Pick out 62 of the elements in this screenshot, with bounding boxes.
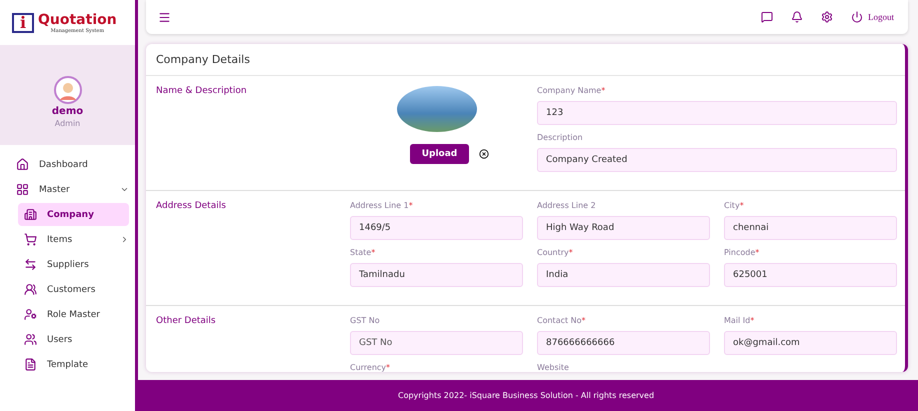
input-field[interactable]: 876666666666 xyxy=(537,331,710,355)
sidebar-item[interactable]: Customers xyxy=(18,278,129,301)
sidebar-item[interactable]: Template xyxy=(18,353,129,376)
sidebar-item[interactable]: Role Master xyxy=(18,303,129,326)
nav-icon xyxy=(24,358,37,371)
input-field[interactable]: High Way Road xyxy=(537,216,710,240)
sidebar-item[interactable]: Items xyxy=(18,228,129,251)
sidebar-item[interactable]: Master xyxy=(12,178,129,201)
chevron-down-icon xyxy=(120,185,129,194)
field-label: Contact No* xyxy=(537,316,587,325)
input-field[interactable]: 123 xyxy=(537,101,897,125)
card-title: Company Details xyxy=(146,44,905,76)
settings-icon[interactable] xyxy=(821,11,833,23)
upload-button[interactable]: Upload xyxy=(410,144,470,164)
input-field[interactable]: Company Created xyxy=(537,148,897,172)
profile-name: demo xyxy=(52,106,84,117)
logo-icon: i xyxy=(12,12,34,32)
input-field[interactable]: 625001 xyxy=(724,263,897,287)
field-label: GST No xyxy=(350,316,381,325)
nav-icon xyxy=(24,333,37,346)
input-field[interactable]: GST No xyxy=(350,331,523,355)
field-label: Mail Id* xyxy=(724,316,756,325)
sidebar-item[interactable]: Users xyxy=(18,328,129,351)
nav-icon xyxy=(16,183,29,196)
field-label: Website xyxy=(537,363,570,372)
profile-role: Admin xyxy=(54,119,80,128)
field-label: Pincode* xyxy=(724,248,760,257)
nav-icon xyxy=(24,233,37,246)
section-title: Other Details xyxy=(156,316,217,328)
nav-icon xyxy=(16,158,29,171)
input-field[interactable]: ok@gmail.com xyxy=(724,331,897,355)
input-field[interactable]: India xyxy=(537,263,710,287)
sidebar-item[interactable]: Suppliers xyxy=(18,253,129,276)
input-field[interactable]: Tamilnadu xyxy=(350,263,523,287)
field-label: Address Line 1* xyxy=(350,201,414,210)
input-field[interactable]: 1469/5 xyxy=(350,216,523,240)
field-label: Address Line 2 xyxy=(537,201,597,210)
nav-icon xyxy=(24,283,37,296)
close-icon[interactable] xyxy=(479,149,490,159)
brand-name: Quotation xyxy=(38,12,117,28)
nav-icon xyxy=(24,208,37,221)
field-label: City* xyxy=(724,201,745,210)
chat-icon[interactable] xyxy=(761,11,773,23)
section-title: Address Details xyxy=(156,201,227,213)
input-field[interactable]: chennai xyxy=(724,216,897,240)
nav-icon xyxy=(24,308,37,321)
menu-icon[interactable] xyxy=(158,10,171,24)
nav-icon xyxy=(24,258,37,271)
footer-text: Copyrights 2022- iSquare Business Solution - All rights reserved xyxy=(138,380,918,411)
logout-link[interactable]: Logout xyxy=(851,11,894,23)
field-label: Country* xyxy=(537,248,574,257)
bell-icon[interactable] xyxy=(791,11,803,23)
field-label: Description xyxy=(537,133,584,142)
chevron-right-icon xyxy=(120,235,129,244)
field-label: Currency* xyxy=(350,363,392,372)
sidebar-item[interactable]: Dashboard xyxy=(12,153,129,176)
field-label: Company Name* xyxy=(537,86,606,95)
power-icon xyxy=(851,11,863,23)
avatar-icon xyxy=(54,76,82,104)
sidebar-item[interactable]: Company xyxy=(18,203,129,226)
section-title: Name & Description xyxy=(156,86,248,98)
field-label: State* xyxy=(350,248,376,257)
